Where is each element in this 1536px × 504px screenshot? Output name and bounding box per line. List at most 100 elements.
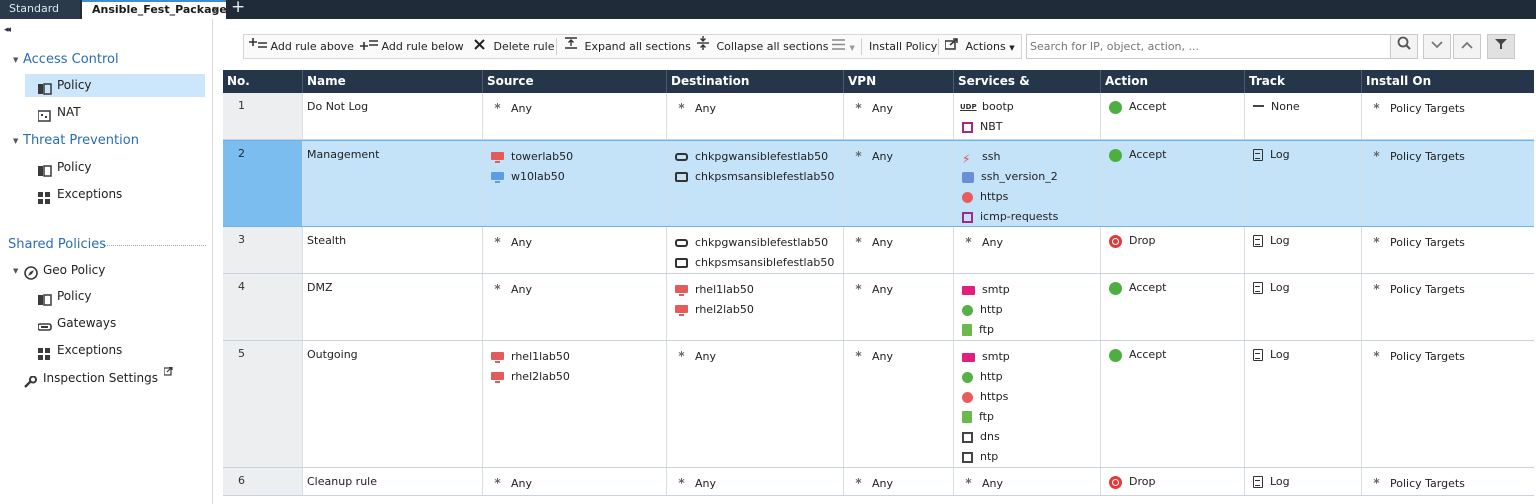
add-rule-above-button[interactable]: Add rule above: [249, 35, 354, 58]
service-item[interactable]: dns: [958, 429, 1100, 449]
sidebar-item-geo-policy[interactable]: Geo Policy: [24, 259, 105, 282]
column-header-action[interactable]: Action: [1101, 70, 1245, 93]
service-item[interactable]: http: [958, 302, 1100, 322]
source-item[interactable]: * Any: [487, 282, 666, 302]
track-cell[interactable]: Log: [1245, 141, 1362, 226]
service-item[interactable]: ntp: [958, 449, 1100, 469]
previous-result-button[interactable]: [1453, 34, 1481, 59]
destination-cell[interactable]: rhel1lab50 rhel2lab50: [667, 274, 844, 340]
action-cell[interactable]: Drop: [1101, 227, 1245, 273]
source-cell[interactable]: * Any: [483, 227, 667, 273]
search-button[interactable]: [1390, 34, 1418, 59]
track-cell[interactable]: Log: [1245, 227, 1362, 273]
source-item[interactable]: towerlab50: [487, 149, 666, 169]
sidebar-item-nat[interactable]: NAT: [37, 101, 81, 124]
sidebar-item-tp-policy[interactable]: Policy: [38, 156, 92, 179]
service-item[interactable]: ftp: [958, 322, 1100, 342]
service-item[interactable]: ⚡ ssh: [958, 149, 1100, 169]
destination-item[interactable]: chkpsmsansiblefestlab50: [671, 255, 843, 275]
install-on-cell[interactable]: * Policy Targets: [1362, 93, 1534, 139]
service-item[interactable]: UDP bootp: [958, 99, 1100, 119]
table-row[interactable]: 1 Do Not Log * Any * Any * Any UDP bootp NBT…: [223, 93, 1534, 140]
install-on-cell[interactable]: * Policy Targets: [1362, 468, 1534, 495]
destination-item[interactable]: chkpgwansiblefestlab50: [671, 149, 843, 169]
table-row[interactable]: 2 Management towerlab50 w10lab50 chkpgwa…: [223, 140, 1534, 227]
service-item[interactable]: icmp-requests: [958, 209, 1100, 229]
destination-cell[interactable]: * Any: [667, 93, 844, 139]
vpn-cell[interactable]: * Any: [844, 274, 954, 340]
install-policy-button[interactable]: Install Policy: [869, 35, 937, 58]
destination-item[interactable]: chkpsmsansiblefestlab50: [671, 169, 843, 189]
add-tab-icon[interactable]: +: [231, 0, 245, 17]
track-cell[interactable]: Log: [1245, 274, 1362, 340]
column-header-no[interactable]: No.: [223, 70, 303, 93]
destination-cell[interactable]: * Any: [667, 341, 844, 467]
services-cell[interactable]: smtp http ftp: [954, 274, 1101, 340]
service-item[interactable]: * Any: [958, 476, 1100, 496]
rule-name-cell[interactable]: Management: [303, 141, 483, 226]
source-cell[interactable]: * Any: [483, 468, 667, 495]
table-row[interactable]: 3 Stealth * Any chkpgwansiblefestlab50 ch…: [223, 227, 1534, 274]
sidebar-section-access-control[interactable]: Access Control: [23, 48, 119, 71]
service-item[interactable]: ssh_version_2: [958, 169, 1100, 189]
sidebar-section-threat-prevention[interactable]: Threat Prevention: [23, 129, 139, 152]
next-result-button[interactable]: [1423, 34, 1451, 59]
table-row[interactable]: 5 Outgoing rhel1lab50 rhel2lab50 * Any * A…: [223, 341, 1534, 468]
filter-button[interactable]: [1487, 34, 1515, 59]
rule-name-cell[interactable]: DMZ: [303, 274, 483, 340]
expand-all-sections-button[interactable]: Expand all sections: [564, 35, 691, 58]
service-item[interactable]: NBT: [958, 119, 1100, 139]
tab-standard[interactable]: Standard: [0, 0, 80, 19]
service-item[interactable]: ftp: [958, 409, 1100, 429]
destination-item[interactable]: chkpgwansiblefestlab50: [671, 235, 843, 255]
vpn-cell[interactable]: * Any: [844, 227, 954, 273]
vpn-cell[interactable]: * Any: [844, 341, 954, 467]
rule-name-cell[interactable]: Outgoing: [303, 341, 483, 467]
source-item[interactable]: w10lab50: [487, 169, 666, 189]
destination-item[interactable]: * Any: [671, 476, 843, 496]
caret-down-icon[interactable]: ▼: [13, 137, 18, 145]
services-cell[interactable]: smtp http https ftp dns ntp: [954, 341, 1101, 467]
track-cell[interactable]: None: [1245, 93, 1362, 139]
source-cell[interactable]: rhel1lab50 rhel2lab50: [483, 341, 667, 467]
rule-name-cell[interactable]: Stealth: [303, 227, 483, 273]
install-on-cell[interactable]: * Policy Targets: [1362, 274, 1534, 340]
destination-item[interactable]: * Any: [671, 349, 843, 369]
actions-dropdown[interactable]: Actions ▼: [944, 35, 1015, 58]
source-item[interactable]: rhel1lab50: [487, 349, 666, 369]
collapse-sidebar-icon[interactable]: ◂◂: [4, 25, 11, 35]
services-cell[interactable]: UDP bootp NBT: [954, 93, 1101, 139]
destination-cell[interactable]: chkpgwansiblefestlab50 chkpsmsansiblefes…: [667, 141, 844, 226]
column-header-install-on[interactable]: Install On: [1362, 70, 1534, 93]
services-cell[interactable]: * Any: [954, 227, 1101, 273]
install-on-cell[interactable]: * Policy Targets: [1362, 341, 1534, 467]
destination-item[interactable]: * Any: [671, 101, 843, 121]
action-cell[interactable]: Drop: [1101, 468, 1245, 495]
column-header-vpn[interactable]: VPN: [844, 70, 954, 93]
column-header-source[interactable]: Source: [483, 70, 667, 93]
action-cell[interactable]: Accept: [1101, 141, 1245, 226]
sidebar-item-geo-exceptions[interactable]: Exceptions: [38, 339, 122, 362]
vpn-cell[interactable]: * Any: [844, 468, 954, 495]
source-cell[interactable]: * Any: [483, 274, 667, 340]
action-cell[interactable]: Accept: [1101, 274, 1245, 340]
source-item[interactable]: rhel2lab50: [487, 369, 666, 389]
destination-item[interactable]: rhel1lab50: [671, 282, 843, 302]
table-row[interactable]: 4 DMZ * Any rhel1lab50 rhel2lab50 * Any sm…: [223, 274, 1534, 341]
action-cell[interactable]: Accept: [1101, 93, 1245, 139]
sidebar-item-geo-policy-policy[interactable]: Policy: [38, 285, 92, 308]
sidebar-item-access-policy[interactable]: Policy: [25, 74, 205, 97]
track-cell[interactable]: Log: [1245, 341, 1362, 467]
install-on-cell[interactable]: * Policy Targets: [1362, 227, 1534, 273]
sidebar-item-gateways[interactable]: Gateways: [37, 312, 116, 335]
rule-name-cell[interactable]: Cleanup rule: [303, 468, 483, 495]
delete-rule-button[interactable]: Delete rule: [474, 35, 554, 58]
rule-name-cell[interactable]: Do Not Log: [303, 93, 483, 139]
sidebar-item-inspection-settings[interactable]: Inspection Settings: [24, 366, 173, 390]
destination-cell[interactable]: * Any: [667, 468, 844, 495]
service-item[interactable]: http: [958, 369, 1100, 389]
vpn-cell[interactable]: * Any: [844, 141, 954, 226]
caret-down-icon[interactable]: ▼: [13, 267, 18, 275]
source-item[interactable]: * Any: [487, 476, 666, 496]
vpn-cell[interactable]: * Any: [844, 93, 954, 139]
